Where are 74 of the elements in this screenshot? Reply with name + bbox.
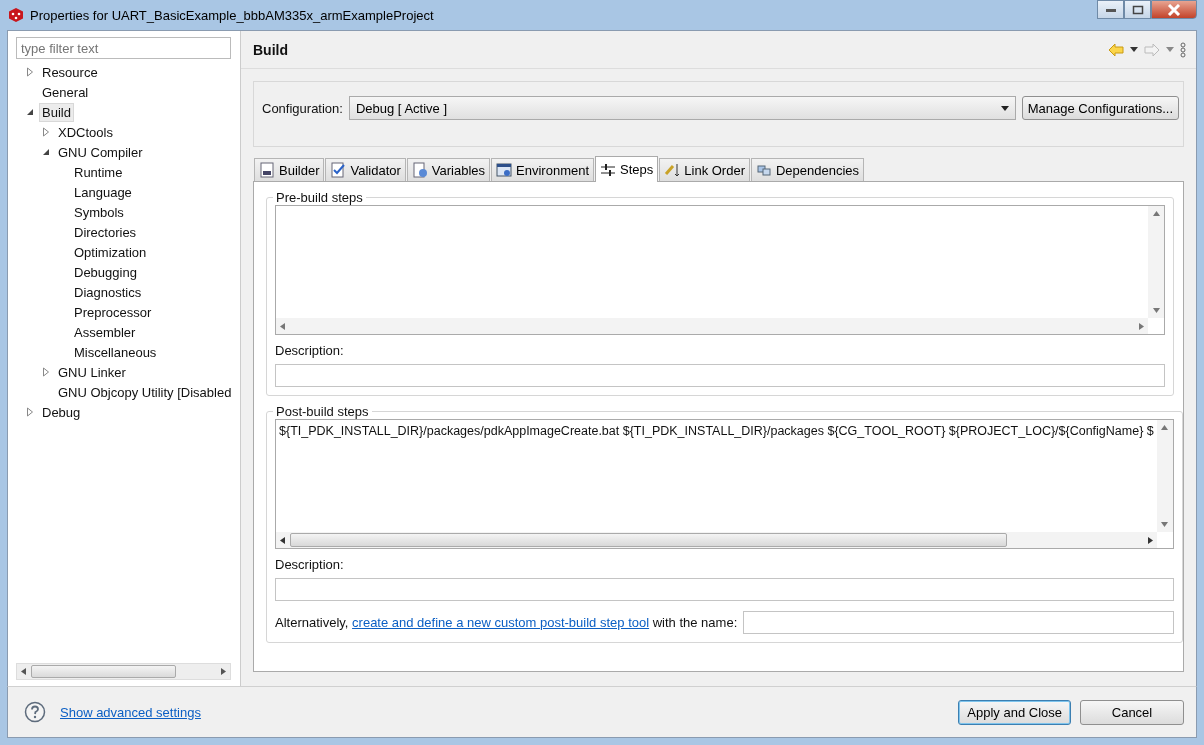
description-field[interactable] bbox=[275, 364, 1165, 387]
close-button[interactable] bbox=[1151, 0, 1197, 19]
custom-tool-sentence: Alternatively, create and define a new custom post-build step tool with the name: bbox=[275, 615, 738, 630]
scroll-up-icon[interactable] bbox=[1152, 211, 1160, 216]
window-title: Properties for UART_BasicExample_bbbAM335x_armExampleProject bbox=[30, 7, 434, 23]
description-label: Description: bbox=[275, 557, 345, 572]
scroll-right-icon[interactable] bbox=[220, 668, 226, 675]
tree-item[interactable]: Symbols bbox=[71, 202, 127, 222]
command-text-area[interactable]: ${TI_PDK_INSTALL_DIR}/packages/pdkAppImageCreate.bat ${TI_PDK_INSTALL_DIR}/packages ${CG_TOOL_ROOT} ${PROJECT_LOC}/${ConfigName} $ bbox=[275, 419, 1174, 549]
expand-icon[interactable] bbox=[40, 126, 52, 138]
tab[interactable]: Variables bbox=[406, 158, 491, 181]
dialog-button[interactable]: Apply and Close bbox=[958, 699, 1071, 725]
window-icon bbox=[496, 162, 513, 178]
caret-icon bbox=[1000, 105, 1009, 111]
tree-item[interactable]: Build bbox=[39, 102, 74, 122]
scrollbar-thumb[interactable] bbox=[31, 665, 176, 678]
horizontal-scrollbar[interactable] bbox=[16, 663, 231, 680]
configuration-label: Configuration: bbox=[262, 100, 343, 116]
tree-item[interactable]: GNU Objcopy Utility [Disabled bbox=[55, 382, 235, 402]
tab[interactable]: Builder bbox=[254, 158, 325, 181]
tree-item[interactable]: Debugging bbox=[71, 262, 140, 282]
back-arrow-icon[interactable] bbox=[1108, 42, 1124, 57]
tree-item[interactable]: Directories bbox=[71, 222, 140, 242]
dialog-button[interactable]: Cancel bbox=[1080, 699, 1184, 725]
tree-item[interactable]: Miscellaneous bbox=[71, 342, 160, 362]
expand-icon[interactable] bbox=[24, 66, 36, 78]
configuration-dropdown[interactable]: Debug [ Active ] bbox=[348, 96, 1016, 120]
tree-item[interactable]: Assembler bbox=[71, 322, 139, 342]
close-icon bbox=[1167, 3, 1181, 16]
scroll-left-icon[interactable] bbox=[280, 536, 286, 544]
description-field[interactable] bbox=[275, 578, 1174, 601]
tree-item[interactable]: Runtime bbox=[71, 162, 126, 182]
scroll-down-icon[interactable] bbox=[1152, 308, 1160, 313]
tree-item[interactable]: Resource bbox=[39, 62, 101, 82]
scroll-down-icon[interactable] bbox=[1161, 522, 1169, 527]
expand-icon[interactable] bbox=[24, 406, 36, 418]
help-icon[interactable] bbox=[24, 701, 46, 723]
minimize-button[interactable] bbox=[1097, 0, 1124, 19]
manage-configurations-button[interactable]: Manage Configurations... bbox=[1021, 96, 1179, 120]
tab[interactable]: Dependencies bbox=[751, 158, 865, 181]
maximize-button[interactable] bbox=[1124, 0, 1151, 19]
custom-tool-link[interactable]: create and define a new custom post-build step tool bbox=[352, 615, 650, 630]
tab[interactable]: Steps bbox=[595, 156, 659, 182]
dropdown-caret-icon[interactable] bbox=[1130, 47, 1138, 52]
tool-name-field[interactable] bbox=[743, 611, 1174, 634]
more-menu-icon[interactable] bbox=[1180, 41, 1186, 58]
sliders-icon bbox=[600, 161, 617, 178]
boxes-icon bbox=[756, 162, 772, 178]
tab[interactable]: Environment bbox=[491, 158, 595, 181]
expand-icon[interactable] bbox=[40, 366, 52, 378]
tree-item[interactable]: XDCtools bbox=[55, 122, 116, 142]
filter-field[interactable]: type filter text bbox=[16, 37, 231, 59]
scroll-left-icon[interactable] bbox=[21, 668, 27, 675]
tree-item[interactable]: Debug bbox=[39, 402, 84, 422]
tree-item[interactable]: GNU Linker bbox=[55, 362, 129, 382]
tab[interactable]: Validator bbox=[325, 158, 406, 181]
tree-item[interactable]: Language bbox=[71, 182, 135, 202]
scrollbar-thumb[interactable] bbox=[290, 533, 1007, 547]
group-title: Pre-build steps bbox=[275, 190, 364, 205]
tree-item[interactable]: Preprocessor bbox=[71, 302, 155, 322]
checklist-icon bbox=[330, 162, 347, 178]
tree-item[interactable]: GNU Compiler bbox=[55, 142, 146, 162]
description-label: Description: bbox=[275, 343, 345, 358]
tab[interactable]: Link Order bbox=[659, 158, 750, 181]
tree-item[interactable]: Diagnostics bbox=[71, 282, 145, 302]
maximize-icon bbox=[1131, 4, 1144, 15]
tree-item[interactable]: General bbox=[39, 82, 92, 102]
app-icon bbox=[8, 7, 24, 23]
tree-item[interactable]: Optimization bbox=[71, 242, 150, 262]
scroll-right-icon[interactable] bbox=[1146, 536, 1153, 544]
page-title: Build bbox=[253, 41, 288, 58]
scroll-up-icon[interactable] bbox=[1161, 425, 1169, 430]
advanced-settings-link[interactable]: Show advanced settings bbox=[60, 704, 201, 720]
group-title: Post-build steps bbox=[275, 404, 370, 419]
